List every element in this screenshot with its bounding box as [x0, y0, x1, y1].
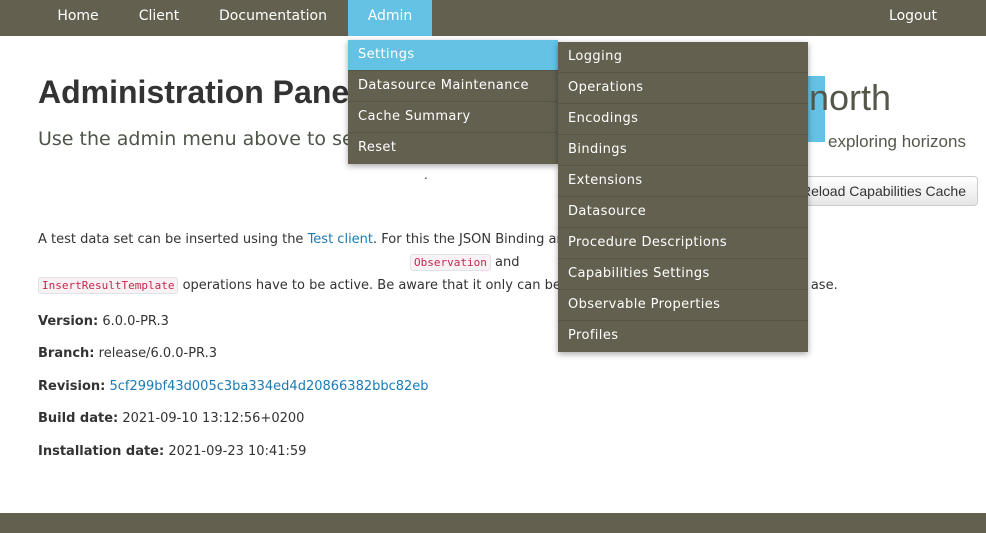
reload-capabilities-cache-button[interactable]: Reload Capabilities Cache — [790, 176, 978, 206]
para-text-1: A test data set can be inserted using th… — [38, 232, 308, 247]
revision-link[interactable]: 5cf299bf43d005c3ba334ed4d20866382bbc82eb — [109, 379, 428, 394]
installation-date-row: Installation date: 2021-09-23 10:41:59 — [38, 444, 306, 459]
footer-bar — [0, 513, 986, 533]
revision-label: Revision: — [38, 379, 106, 394]
submenu-item-profiles[interactable]: Profiles — [558, 321, 808, 352]
build-date-label: Build date: — [38, 411, 119, 426]
nav-documentation[interactable]: Documentation — [206, 0, 340, 36]
submenu-item-bindings[interactable]: Bindings — [558, 135, 808, 166]
submenu-item-capabilities-settings[interactable]: Capabilities Settings — [558, 259, 808, 290]
spinner-dot: . — [424, 168, 428, 182]
code-insert-result-template: InsertResultTemplate — [38, 277, 179, 294]
para-text-2: . For this the JSON Binding and — [373, 232, 573, 247]
branch-value: release/6.0.0-PR.3 — [98, 346, 218, 361]
submenu-item-encodings[interactable]: Encodings — [558, 104, 808, 135]
settings-submenu: Logging Operations Encodings Bindings Ex… — [558, 42, 808, 352]
admin-dropdown-menu: Settings Datasource Maintenance Cache Su… — [348, 40, 558, 164]
version-label: Version: — [38, 314, 99, 329]
logo-word: north — [809, 77, 892, 118]
page-title: Administration Panel — [38, 74, 359, 110]
submenu-item-extensions[interactable]: Extensions — [558, 166, 808, 197]
build-date-row: Build date: 2021-09-10 13:12:56+0200 — [38, 411, 304, 426]
installation-date-value: 2021-09-23 10:41:59 — [168, 444, 307, 459]
branch-label: Branch: — [38, 346, 95, 361]
installation-date-label: Installation date: — [38, 444, 165, 459]
para-text-3: and — [490, 255, 520, 270]
revision-row: Revision: 5cf299bf43d005c3ba334ed4d20866… — [38, 379, 429, 394]
submenu-item-operations[interactable]: Operations — [558, 73, 808, 104]
submenu-item-datasource[interactable]: Datasource — [558, 197, 808, 228]
submenu-item-logging[interactable]: Logging — [558, 42, 808, 73]
para-text-5: ase. — [810, 278, 838, 293]
menu-item-reset[interactable]: Reset — [348, 133, 558, 164]
north-logo: north exploring horizons — [790, 76, 986, 166]
nav-client[interactable]: Client — [122, 0, 196, 36]
submenu-item-procedure-descriptions[interactable]: Procedure Descriptions — [558, 228, 808, 259]
page-subtitle: Use the admin menu above to select — [38, 128, 389, 150]
test-client-link[interactable]: Test client — [308, 232, 373, 247]
menu-item-settings[interactable]: Settings — [348, 40, 558, 71]
submenu-item-observable-properties[interactable]: Observable Properties — [558, 290, 808, 321]
version-value: 6.0.0-PR.3 — [102, 314, 169, 329]
nav-home[interactable]: Home — [38, 0, 118, 36]
top-nav-bar: Home Client Documentation Admin Logout — [0, 0, 986, 36]
code-observation: Observation — [410, 254, 491, 271]
version-row: Version: 6.0.0-PR.3 — [38, 314, 169, 329]
para-text-4: operations have to be active. Be aware t… — [178, 278, 561, 293]
nav-logout[interactable]: Logout — [872, 0, 954, 36]
menu-item-cache-summary[interactable]: Cache Summary — [348, 102, 558, 133]
branch-row: Branch: release/6.0.0-PR.3 — [38, 346, 217, 361]
build-date-value: 2021-09-10 13:12:56+0200 — [122, 411, 305, 426]
menu-item-datasource-maintenance[interactable]: Datasource Maintenance — [348, 71, 558, 102]
logo-tagline: exploring horizons — [828, 132, 966, 151]
nav-admin[interactable]: Admin — [348, 0, 432, 36]
